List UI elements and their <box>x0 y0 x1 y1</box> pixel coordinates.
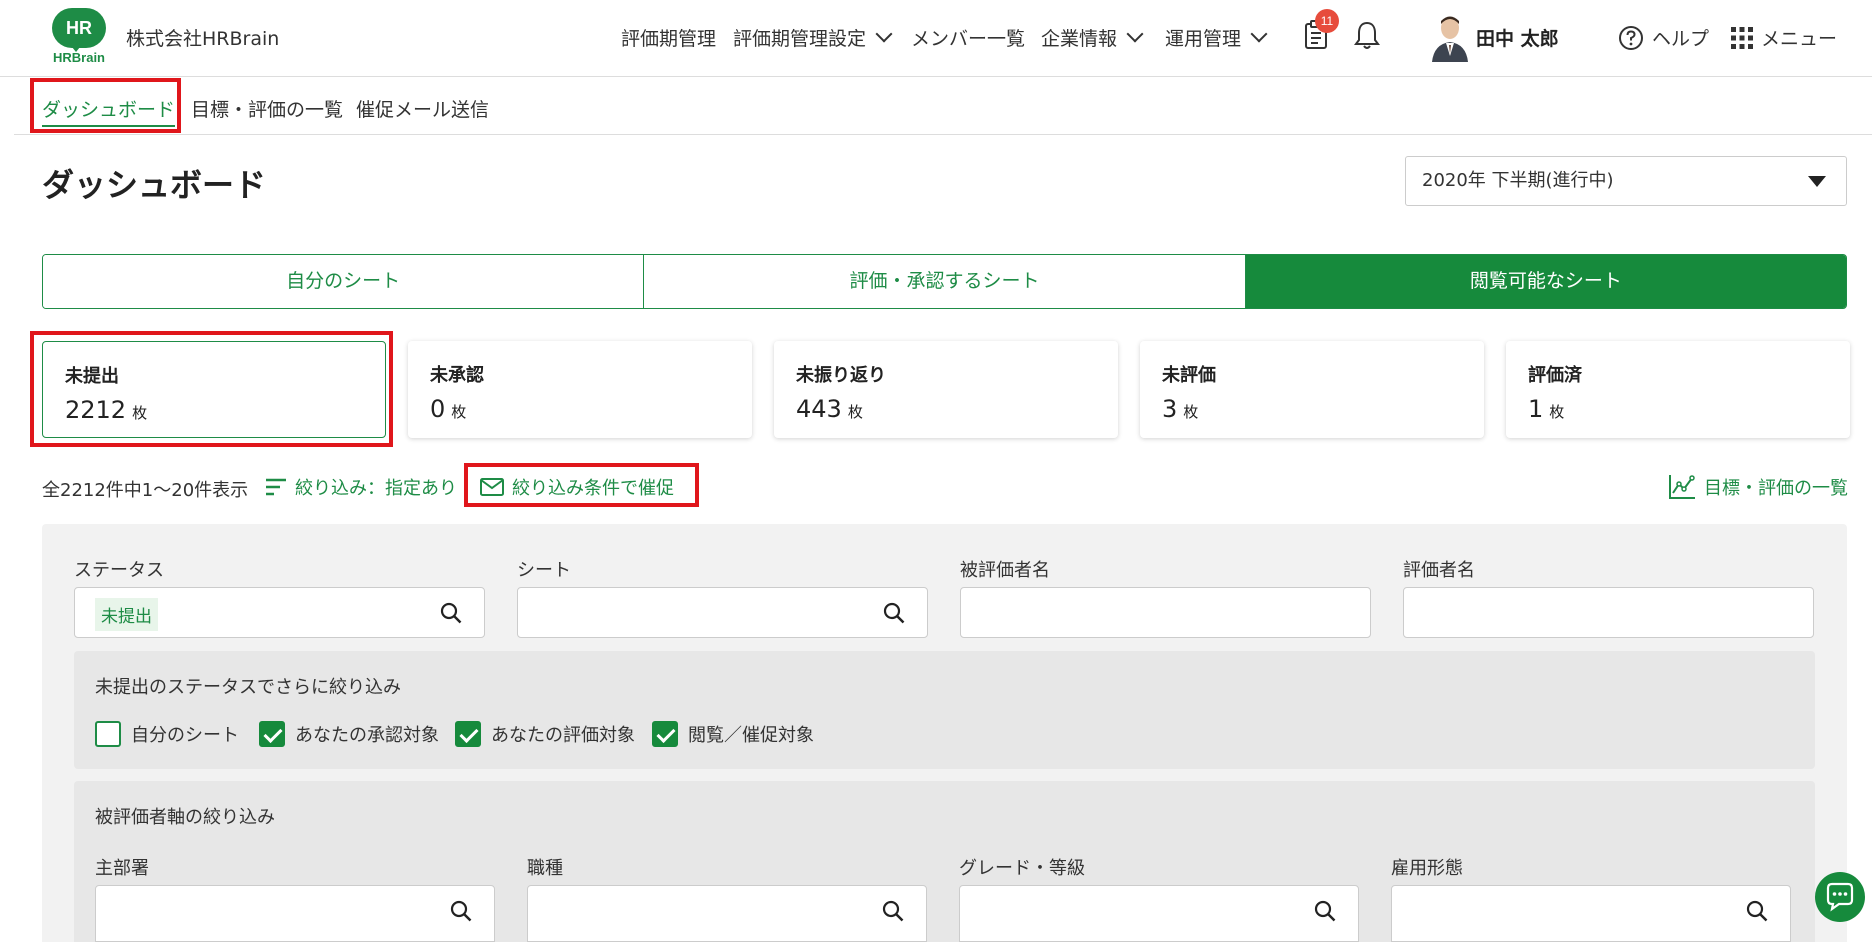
help-circle-icon <box>1619 25 1643 50</box>
evaluatee-axis-panel: 被評価者軸の絞り込み 主部署 職種 グレード・等級 雇用形態 <box>74 781 1815 942</box>
status-card-unevaluated[interactable]: 未評価 3枚 <box>1140 341 1484 438</box>
search-icon <box>440 602 462 624</box>
highlight-unsubmitted-card <box>30 331 393 447</box>
search-icon <box>1746 900 1768 922</box>
status-filter-input[interactable]: 未提出 <box>74 587 485 638</box>
sheet-label: シート <box>517 560 571 581</box>
search-icon <box>450 900 472 922</box>
filter-panel: ステータス 未提出 シート 被評価者名 評価者名 未提出のステータスでさらに絞り… <box>42 524 1847 942</box>
filter-toggle[interactable]: 絞り込み：指定あり <box>265 474 457 500</box>
axis-title: 被評価者軸の絞り込み <box>95 807 275 828</box>
evaluator-name-input[interactable] <box>1403 587 1814 638</box>
status-card-unreviewed[interactable]: 未振り返り 443 枚 <box>774 341 1118 438</box>
page-title: ダッシュボード <box>42 166 267 204</box>
checkbox[interactable] <box>95 721 121 747</box>
nav-company-info[interactable]: 企業情報 <box>1041 24 1144 51</box>
checkbox[interactable] <box>259 721 285 747</box>
status-chip[interactable]: 未提出 <box>95 598 158 631</box>
sub-status-panel: 未提出のステータスでさらに絞り込み 自分のシート あなたの承認対象 あなたの評価… <box>74 651 1815 769</box>
hrbrain-logo[interactable]: HR HRBrain <box>50 8 108 66</box>
sheet-tabs: 自分のシート 評価・承認するシート 閲覧可能なシート <box>42 254 1847 309</box>
line-chart-icon <box>1669 475 1695 499</box>
notification-badge: 11 <box>1315 9 1339 33</box>
job-input[interactable] <box>527 885 927 942</box>
grade-label: グレード・等級 <box>959 858 1085 879</box>
checkbox[interactable] <box>455 721 481 747</box>
nav-evaluation-period[interactable]: 評価期管理 <box>621 24 716 51</box>
sheet-filter-input[interactable] <box>517 587 928 638</box>
highlight-dashboard-tab <box>30 78 181 133</box>
user-name[interactable]: 田中 太郎 <box>1476 24 1559 51</box>
check-my-sheet[interactable]: 自分のシート <box>95 721 239 747</box>
search-icon <box>882 900 904 922</box>
nav-operations[interactable]: 運用管理 <box>1165 24 1268 51</box>
nav-members[interactable]: メンバー一覧 <box>911 24 1025 51</box>
help-link[interactable]: ヘルプ <box>1618 24 1709 51</box>
evaluatee-name-input[interactable] <box>960 587 1371 638</box>
company-name: 株式会社HRBrain <box>126 28 280 50</box>
tab-my-sheet[interactable]: 自分のシート <box>43 255 644 308</box>
tab-review-sheet[interactable]: 評価・承認するシート <box>643 255 1245 308</box>
status-label: ステータス <box>74 560 164 581</box>
period-select[interactable]: 2020年 下半期(進行中) <box>1405 156 1847 206</box>
menu-button[interactable]: メニュー <box>1731 24 1837 51</box>
status-card-unapproved[interactable]: 未承認 0枚 <box>408 341 752 438</box>
bell-icon[interactable] <box>1354 20 1380 50</box>
employment-input[interactable] <box>1391 885 1791 942</box>
check-approval-target[interactable]: あなたの承認対象 <box>259 721 439 747</box>
chat-support-button[interactable] <box>1815 872 1865 922</box>
avatar[interactable] <box>1428 12 1472 62</box>
sub-status-title: 未提出のステータスでさらに絞り込み <box>95 677 401 698</box>
search-icon <box>883 602 905 624</box>
result-summary: 全2212件中1〜20件表示 <box>42 480 249 501</box>
highlight-remind-button <box>464 463 699 507</box>
evaluatee-label: 被評価者名 <box>960 560 1050 581</box>
department-input[interactable] <box>95 885 495 942</box>
grid-menu-icon <box>1731 26 1753 49</box>
status-card-evaluated[interactable]: 評価済 1枚 <box>1506 341 1850 438</box>
grade-input[interactable] <box>959 885 1359 942</box>
filter-lines-icon <box>266 478 286 496</box>
evaluator-label: 評価者名 <box>1403 560 1475 581</box>
caret-down-icon <box>1808 176 1826 187</box>
subnav-divider <box>14 134 1872 135</box>
subnav-reminder-mail[interactable]: 催促メール送信 <box>356 95 489 122</box>
employment-label: 雇用形態 <box>1391 858 1463 879</box>
chat-bubble-icon <box>1826 882 1854 912</box>
chevron-down-icon <box>1250 25 1268 42</box>
tab-viewable-sheet[interactable]: 閲覧可能なシート <box>1244 255 1846 308</box>
chevron-down-icon <box>1126 25 1144 42</box>
chevron-down-icon <box>875 25 893 42</box>
search-icon <box>1314 900 1336 922</box>
check-evaluation-target[interactable]: あなたの評価対象 <box>455 721 635 747</box>
job-label: 職種 <box>527 858 563 879</box>
logo-wordmark: HRBrain <box>52 50 105 65</box>
top-header: HR HRBrain 株式会社HRBrain 評価期管理 評価期管理設定 メンバ… <box>0 0 1872 77</box>
checkbox[interactable] <box>652 721 678 747</box>
goal-list-link[interactable]: 目標・評価の一覧 <box>1668 474 1848 500</box>
department-label: 主部署 <box>95 858 149 879</box>
check-view-remind-target[interactable]: 閲覧／催促対象 <box>652 721 814 747</box>
subnav-goal-list[interactable]: 目標・評価の一覧 <box>191 95 343 122</box>
nav-evaluation-settings[interactable]: 評価期管理設定 <box>733 24 893 51</box>
